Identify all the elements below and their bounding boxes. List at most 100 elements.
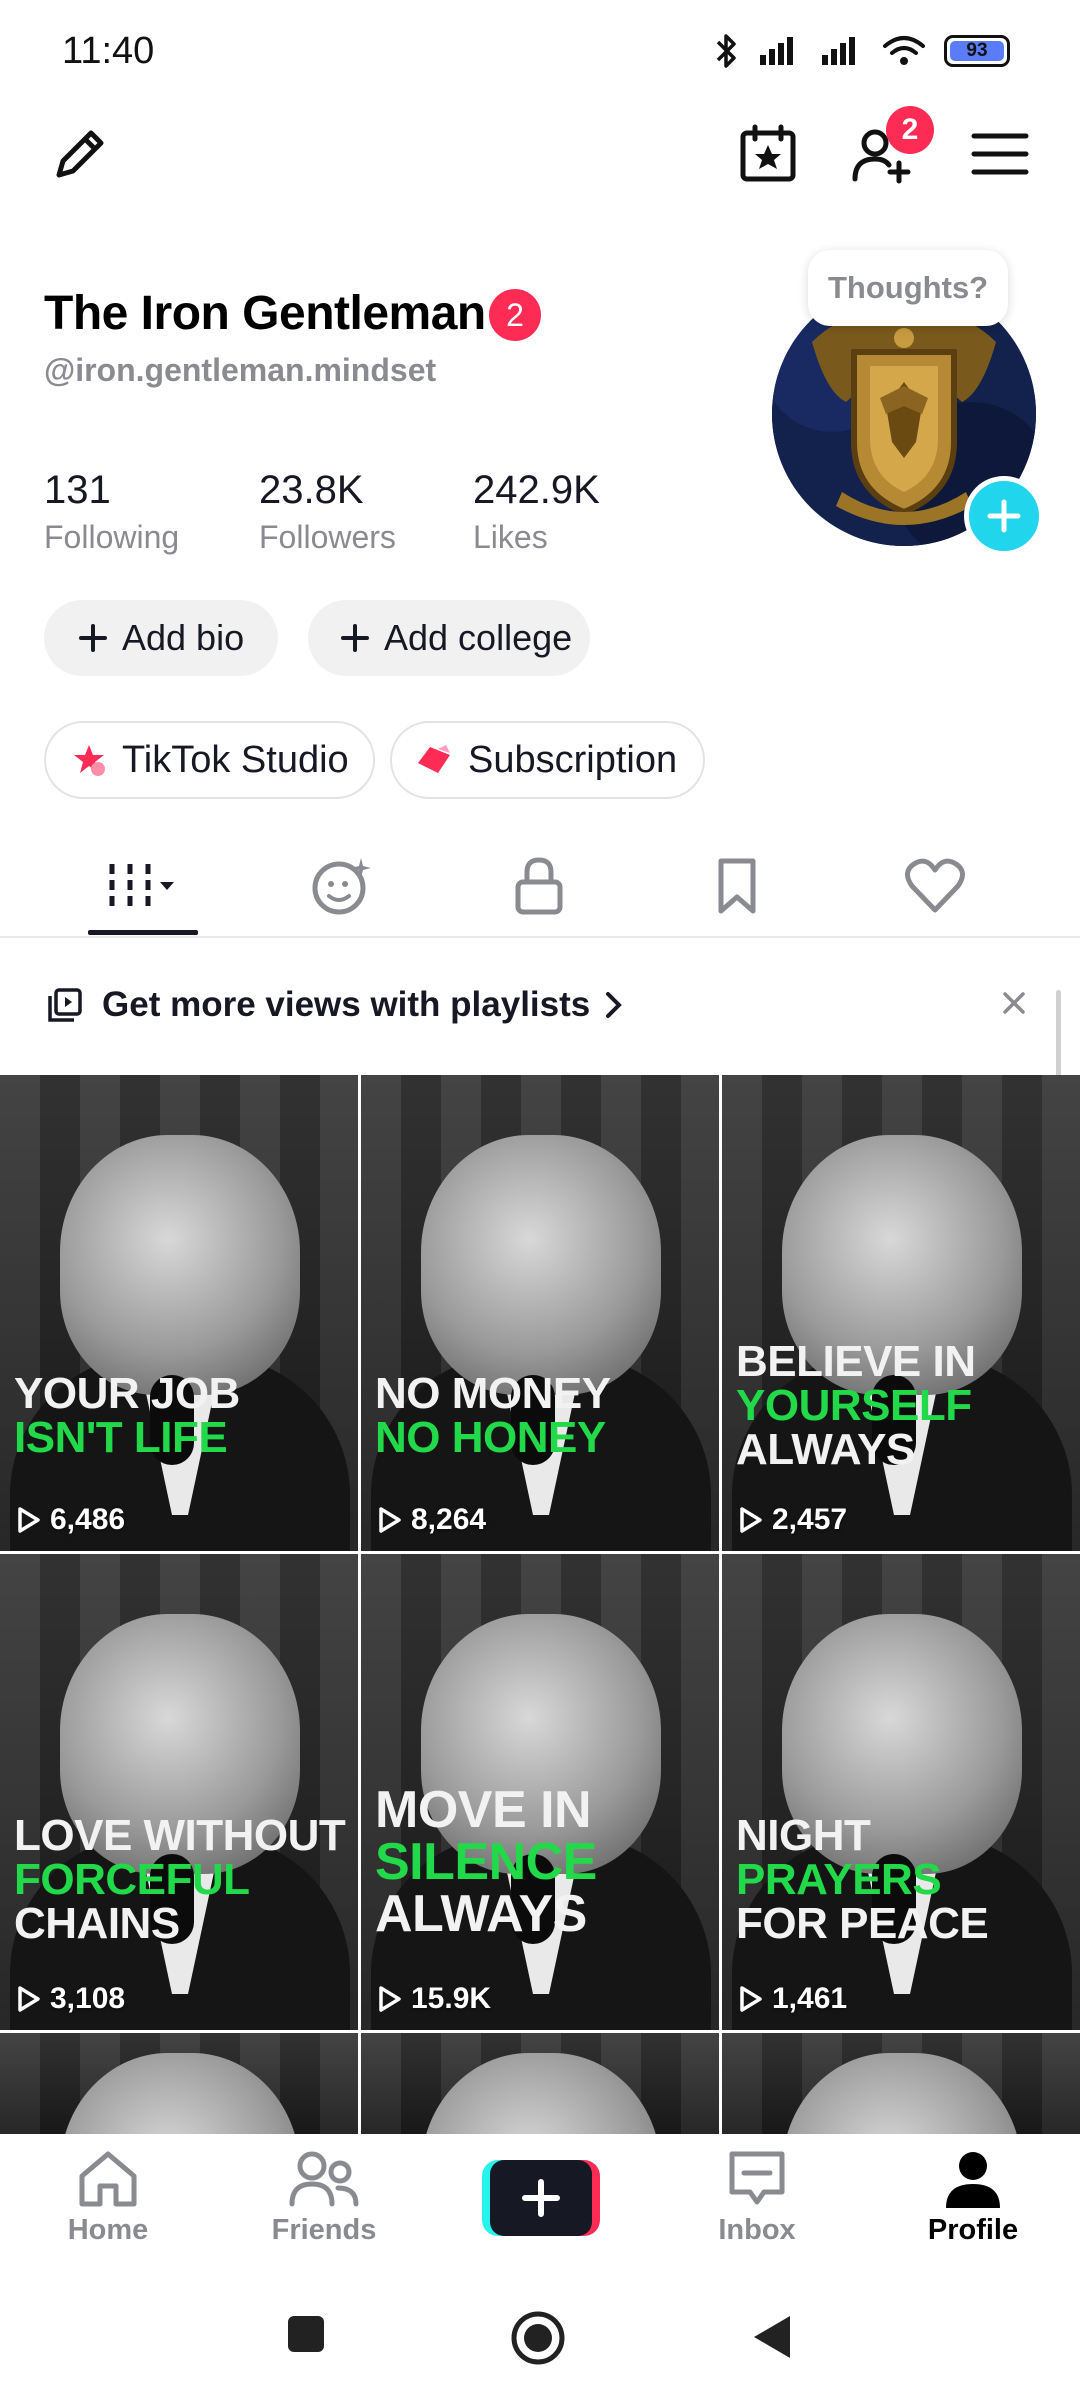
caption-line: YOURSELF xyxy=(736,1381,972,1430)
nav-inbox[interactable]: Inbox xyxy=(677,2148,837,2247)
back-icon[interactable] xyxy=(752,2314,792,2360)
caption-line: ISN'T LIFE xyxy=(14,1413,228,1462)
bluetooth-icon xyxy=(716,34,736,68)
creator-calendar-button[interactable] xyxy=(732,118,804,190)
add-college-button[interactable]: Add college xyxy=(308,600,591,676)
reposts-tab[interactable] xyxy=(241,846,441,926)
private-tab[interactable] xyxy=(439,846,639,926)
edit-profile-button[interactable] xyxy=(44,118,116,190)
subscription-icon xyxy=(418,745,450,773)
view-count: 2,457 xyxy=(738,1503,847,1537)
view-count-value: 1,461 xyxy=(772,1982,848,2015)
caption-line: FOR PEACE xyxy=(736,1899,989,1948)
caption-line: YOUR JOB xyxy=(14,1369,240,1418)
play-icon xyxy=(379,1507,401,1533)
plus-icon xyxy=(987,499,1021,533)
followers-count: 23.8K xyxy=(259,468,364,512)
friends-icon xyxy=(289,2151,359,2207)
nav-friends-label: Friends xyxy=(271,2214,377,2246)
saved-tab[interactable] xyxy=(637,846,837,926)
view-count: 15.9K xyxy=(377,1982,491,2016)
view-count-value: 8,264 xyxy=(411,1503,487,1536)
video-thumbnail[interactable]: BELIEVE IN YOURSELF ALWAYS 2,457 xyxy=(722,1075,1080,1551)
view-count: 1,461 xyxy=(738,1982,847,2016)
caption-line: ALWAYS xyxy=(375,1885,587,1943)
play-icon xyxy=(18,1507,40,1533)
menu-button[interactable] xyxy=(964,118,1036,190)
video-caption: NIGHT PRAYERS FOR PEACE xyxy=(736,1814,1070,1946)
hamburger-menu-icon xyxy=(971,133,1029,175)
caption-line: LOVE WITHOUT xyxy=(14,1811,346,1860)
plus-icon xyxy=(79,624,107,652)
nav-profile-label: Profile xyxy=(927,2214,1019,2246)
play-icon xyxy=(379,1986,401,2012)
caption-line: FORCEFUL xyxy=(14,1855,250,1904)
repost-face-icon xyxy=(312,858,371,915)
video-caption: BELIEVE IN YOURSELF ALWAYS xyxy=(736,1340,1070,1472)
following-stat[interactable]: 131 Following xyxy=(44,468,179,556)
tabs-divider xyxy=(0,936,1080,938)
home-icon xyxy=(79,2151,137,2207)
play-icon xyxy=(740,1507,762,1533)
add-college-label: Add college xyxy=(384,617,573,658)
play-icon xyxy=(18,1986,40,2012)
nav-friends[interactable]: Friends xyxy=(244,2148,404,2247)
video-thumbnail[interactable] xyxy=(722,2033,1080,2134)
calendar-star-icon xyxy=(740,124,796,182)
view-count-value: 15.9K xyxy=(411,1982,492,2015)
create-button[interactable] xyxy=(482,2160,600,2236)
lock-icon xyxy=(515,857,563,915)
tiktok-studio-button[interactable]: TikTok Studio xyxy=(44,721,375,799)
plus-icon xyxy=(341,624,369,652)
signal-icon xyxy=(822,37,855,65)
close-icon xyxy=(1003,992,1025,1014)
add-avatar-button[interactable] xyxy=(964,476,1044,556)
active-tab-indicator xyxy=(88,930,198,935)
likes-stat[interactable]: 242.9K Likes xyxy=(473,468,600,556)
likes-label: Likes xyxy=(473,519,548,555)
pencil-icon xyxy=(56,130,104,178)
add-friend-badge: 2 xyxy=(886,106,934,154)
playlist-banner[interactable]: Get more views with playlists xyxy=(0,950,1080,1060)
bottom-nav: Home Friends Inbox Profile xyxy=(0,2134,1080,2274)
likes-count: 242.9K xyxy=(473,468,600,512)
liked-tab[interactable] xyxy=(835,846,1035,926)
close-banner-button[interactable] xyxy=(996,985,1032,1021)
view-count: 3,108 xyxy=(16,1982,125,2016)
nav-profile[interactable]: Profile xyxy=(893,2148,1053,2247)
followers-stat[interactable]: 23.8K Followers xyxy=(259,468,396,556)
video-thumbnail[interactable]: YOUR JOB ISN'T LIFE 6,486 xyxy=(0,1075,358,1551)
subscription-button[interactable]: Subscription xyxy=(390,721,706,799)
caption-line: CHAINS xyxy=(14,1899,180,1948)
add-bio-label: Add bio xyxy=(122,617,245,658)
view-count-value: 3,108 xyxy=(50,1982,126,2015)
grid-icon xyxy=(109,864,174,908)
profile-icon xyxy=(946,2152,1000,2208)
video-caption: NO MONEY NO HONEY xyxy=(375,1372,709,1460)
video-thumbnail[interactable]: NO MONEY NO HONEY 8,264 xyxy=(361,1075,719,1551)
video-thumbnail[interactable] xyxy=(0,2033,358,2134)
video-thumbnail[interactable]: NIGHT PRAYERS FOR PEACE 1,461 xyxy=(722,1554,1080,2030)
video-thumbnail[interactable] xyxy=(361,2033,719,2134)
recents-icon[interactable] xyxy=(286,2314,326,2354)
caption-line: NIGHT PRAYERS xyxy=(736,1811,942,1904)
caption-line: NO HONEY xyxy=(375,1413,606,1462)
inbox-icon xyxy=(729,2151,785,2205)
followers-label: Followers xyxy=(259,519,396,555)
thoughts-bubble[interactable]: Thoughts? xyxy=(808,250,1009,326)
view-count: 8,264 xyxy=(377,1503,486,1537)
signal-icon xyxy=(760,37,793,65)
video-thumbnail[interactable]: MOVE IN SILENCE ALWAYS 15.9K xyxy=(361,1554,719,2030)
videos-tab[interactable] xyxy=(43,846,243,926)
profile-badge[interactable]: 2 xyxy=(489,289,541,341)
username: @iron.gentleman.mindset xyxy=(44,352,437,388)
nav-inbox-label: Inbox xyxy=(718,2214,796,2246)
add-bio-button[interactable]: Add bio xyxy=(44,600,279,676)
battery-level: 93 xyxy=(966,40,988,61)
home-circle-icon[interactable] xyxy=(510,2310,566,2366)
video-thumbnail[interactable]: LOVE WITHOUT FORCEFUL CHAINS 3,108 xyxy=(0,1554,358,2030)
following-count: 131 xyxy=(44,468,111,512)
nav-home[interactable]: Home xyxy=(28,2148,188,2247)
following-label: Following xyxy=(44,519,180,555)
status-icons: 93 xyxy=(714,32,1010,70)
